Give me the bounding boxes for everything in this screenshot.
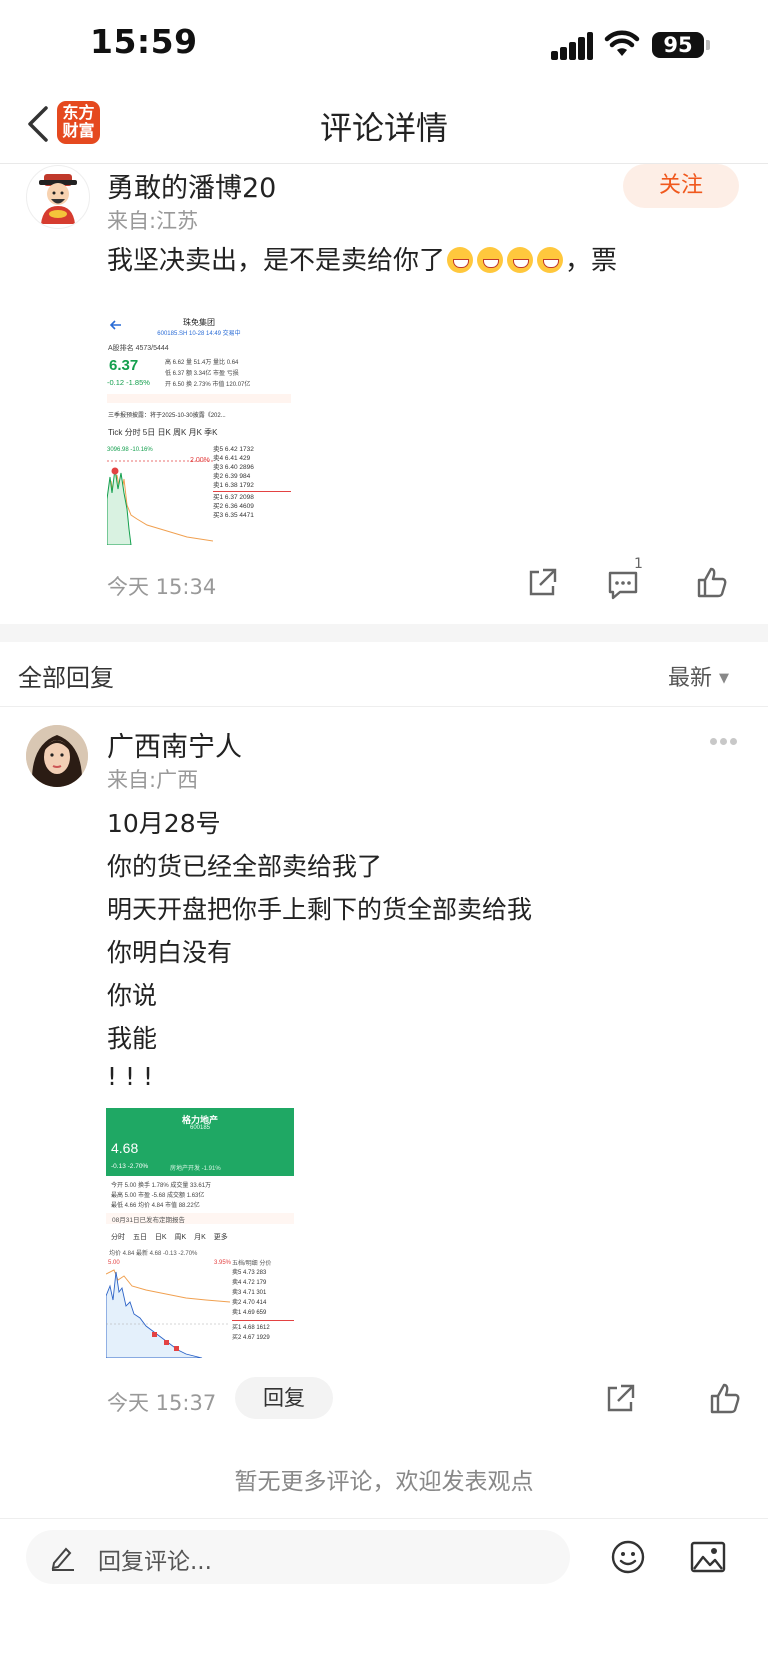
chart-tabs: 分时 五日 日K 周K 月K 更多 bbox=[111, 1234, 228, 1241]
reply-author-location: 来自:广西 bbox=[107, 768, 199, 792]
reply-text-line: 你说 bbox=[107, 981, 158, 1010]
grin-emoji-icon bbox=[477, 247, 504, 273]
caret-down-icon: ▼ bbox=[719, 671, 730, 686]
pencil-icon bbox=[51, 1547, 74, 1571]
stock-name: 珠免集团 bbox=[183, 318, 215, 327]
replies-divider bbox=[0, 706, 768, 707]
wifi-icon bbox=[604, 30, 640, 58]
fortune-god-avatar-icon bbox=[39, 174, 77, 224]
battery-icon: 95 bbox=[652, 32, 704, 58]
reply-text-line: 10月28号 bbox=[107, 809, 221, 838]
emoji-icon[interactable] bbox=[610, 1539, 646, 1575]
stock-change: -0.13 -2.70% bbox=[111, 1163, 149, 1170]
post-text: 我坚决卖出，是不是卖给你了 ，票 bbox=[107, 246, 618, 276]
post-author-location: 来自:江苏 bbox=[107, 209, 199, 233]
post-author-name[interactable]: 勇敢的潘博20 bbox=[107, 166, 276, 205]
page-title: 评论详情 bbox=[319, 109, 448, 147]
comment-count: 1 bbox=[634, 556, 643, 572]
reply-text-line: 你明白没有 bbox=[107, 938, 233, 967]
stock-price: 6.37 bbox=[109, 357, 139, 374]
all-replies-title: 全部回复 bbox=[18, 664, 114, 692]
reply-input-placeholder: 回复评论... bbox=[98, 1549, 212, 1575]
reply-text-line: 明天开盘把你手上剩下的货全部卖给我 bbox=[107, 895, 533, 924]
like-icon[interactable] bbox=[695, 566, 729, 600]
stock-change: -0.12 -1.85% bbox=[107, 378, 150, 387]
grin-emoji-icon bbox=[507, 247, 534, 273]
sort-dropdown[interactable]: 最新 ▼ bbox=[668, 660, 729, 692]
section-divider bbox=[0, 624, 768, 642]
order-book: 卖5 6.42 1732 卖4 6.41 429 卖3 6.40 2896 卖2… bbox=[213, 445, 291, 520]
share-icon[interactable] bbox=[603, 1382, 637, 1416]
post-timestamp: 今天 15:34 bbox=[107, 575, 217, 599]
chart-tabs: Tick 分时 5日 日K 周K 月K 季K bbox=[108, 428, 218, 437]
cellular-signal-icon bbox=[551, 32, 593, 60]
like-icon[interactable] bbox=[708, 1382, 742, 1416]
stock-rank: A股排名 4573/5444 bbox=[108, 345, 169, 352]
input-bar-divider bbox=[0, 1518, 768, 1519]
reply-author-name[interactable]: 广西南宁人 bbox=[107, 725, 242, 764]
stock-price: 4.68 bbox=[111, 1140, 139, 1156]
battery-tip bbox=[706, 40, 710, 50]
avatar[interactable] bbox=[26, 165, 90, 229]
intraday-chart bbox=[107, 460, 213, 545]
reply-text-line: ! ! ! bbox=[107, 1062, 153, 1091]
reply-button[interactable]: 回复 bbox=[235, 1377, 333, 1419]
follow-button[interactable]: 关注 bbox=[623, 164, 739, 208]
more-options-icon[interactable] bbox=[710, 738, 738, 746]
grin-emoji-icon bbox=[537, 247, 564, 273]
stock-code: 600185 bbox=[189, 1125, 211, 1131]
intraday-chart bbox=[106, 1269, 230, 1358]
stock-code: 600185.SH 10-28 14:49 交易中 bbox=[157, 331, 241, 337]
no-more-comments-text: 暂无更多评论，欢迎发表观点 bbox=[234, 1469, 534, 1495]
avatar[interactable] bbox=[26, 725, 88, 787]
reply-timestamp: 今天 15:37 bbox=[107, 1391, 217, 1415]
reply-text-line: 我能 bbox=[107, 1024, 158, 1053]
status-time: 15:59 bbox=[90, 22, 198, 61]
image-icon[interactable] bbox=[689, 1539, 727, 1575]
comment-icon[interactable] bbox=[606, 568, 640, 602]
reply-text-line: 你的货已经全部卖给我了 bbox=[107, 852, 383, 881]
share-icon[interactable] bbox=[525, 566, 559, 600]
reply-image[interactable]: 格力地产 600185 4.68 -0.13 -2.70% 房地产开发 -1.9… bbox=[106, 1108, 294, 1358]
grin-emoji-icon bbox=[447, 247, 474, 273]
post-image[interactable]: 珠免集团 600185.SH 10-28 14:49 交易中 A股排名 4573… bbox=[107, 297, 291, 545]
order-book: 卖5 4.73 283 卖4 4.72 179 卖3 4.71 301 卖2 4… bbox=[232, 1268, 294, 1343]
woman-portrait-avatar-icon bbox=[26, 725, 88, 787]
